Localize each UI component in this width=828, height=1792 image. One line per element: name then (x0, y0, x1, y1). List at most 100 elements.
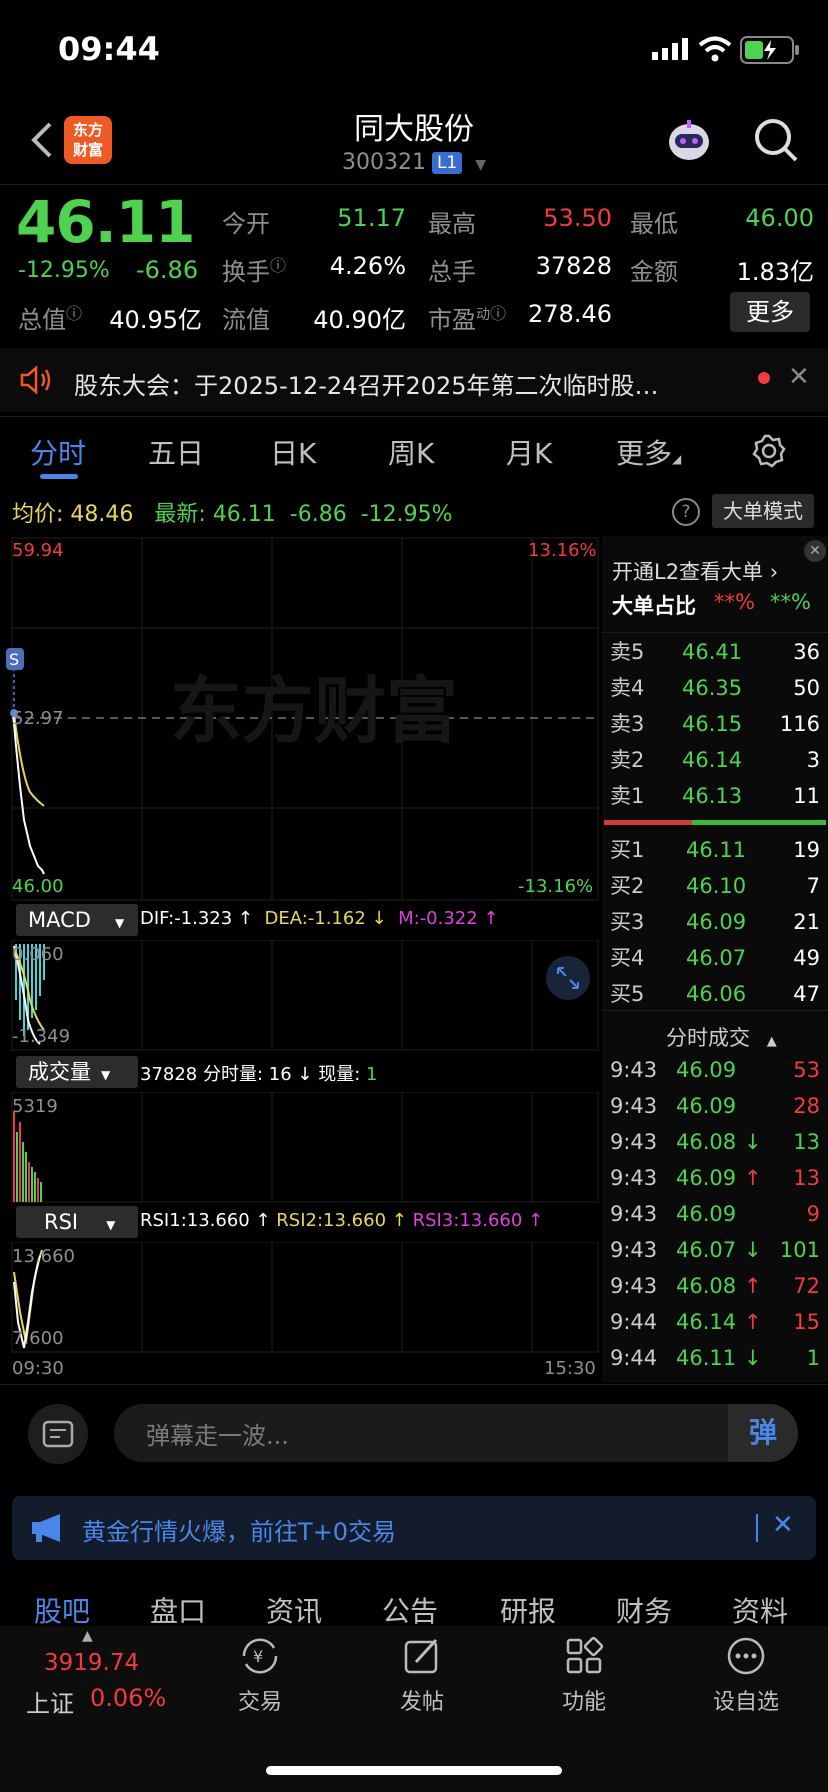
tab-research[interactable]: 研报 (500, 1590, 556, 1630)
info-icon[interactable]: ⓘ (270, 256, 286, 275)
pe-label: 市盈动ⓘ (428, 304, 507, 334)
info-line: 均价: 48.46 最新: 46.11 -6.86 -12.95% (12, 502, 453, 527)
unread-dot (758, 372, 770, 384)
ask-level: 卖2 (610, 748, 645, 772)
battery-icon (740, 36, 799, 64)
trade-list: 9:43 46.09 53 9:43 46.09 28 9:43 46.08 ↓ 13 9:43 46… (610, 1052, 820, 1376)
rsi-chart (11, 1242, 599, 1353)
help-icon[interactable]: ? (672, 498, 700, 526)
bid-level: 买5 (610, 982, 645, 1006)
caret-down-icon: ▼ (475, 157, 487, 173)
index-value[interactable]: 3919.74 (44, 1650, 139, 1676)
tab-indicator (40, 474, 78, 479)
list-item: 买5 46.06 47 (610, 976, 820, 1012)
gear-icon[interactable] (752, 434, 786, 468)
trade-time: 9:44 (610, 1310, 658, 1334)
function-grid-icon[interactable] (564, 1636, 604, 1676)
trade-time: 9:44 (610, 1346, 658, 1370)
tab-profile[interactable]: 资料 (732, 1590, 788, 1630)
rsi-y-bottom: 7.600 (12, 1328, 64, 1349)
tab-news[interactable]: 资讯 (266, 1590, 322, 1630)
low-value: 46.00 (745, 204, 814, 232)
list-item: 9:43 46.09 ↑ 13 (610, 1160, 820, 1196)
trade-arrow: ↑ (744, 1274, 762, 1298)
ask-price: 46.14 (682, 748, 743, 772)
macd-selector[interactable]: MACD ▼ (16, 904, 138, 936)
home-indicator (266, 1766, 562, 1775)
trade-arrow: ↑ (744, 1310, 762, 1334)
level-badge: L1 (431, 152, 463, 174)
nav-trade[interactable]: 交易 (200, 1684, 320, 1716)
list-item: 买3 46.09 21 (610, 904, 820, 940)
caret-up-icon: ▲ (82, 1628, 93, 1644)
speaker-icon (20, 365, 51, 395)
danmu-placeholder[interactable]: 弹幕走一波... (146, 1416, 289, 1451)
trade-icon[interactable]: ¥ (238, 1636, 282, 1676)
close-icon[interactable]: ✕ (804, 540, 826, 562)
pe-value: 278.46 (528, 300, 612, 328)
info-icon[interactable]: ⓘ (490, 304, 506, 323)
tab-announcements[interactable]: 公告 (382, 1590, 438, 1630)
robot-assistant-icon[interactable] (664, 116, 714, 166)
bid-price: 46.09 (686, 910, 747, 934)
nav-function[interactable]: 功能 (524, 1684, 644, 1716)
big-order-mode-button[interactable]: 大单模式 (712, 494, 814, 528)
trade-volume: 28 (793, 1094, 820, 1118)
info-icon[interactable]: ⓘ (66, 304, 82, 323)
ask-volume: 3 (806, 748, 820, 772)
nav-add-watchlist[interactable]: 设自选 (686, 1684, 806, 1716)
trade-volume: 15 (793, 1310, 820, 1334)
bid-price: 46.10 (686, 874, 747, 898)
watchlist-icon[interactable] (726, 1636, 766, 1676)
tab-week-k[interactable]: 周K (388, 432, 434, 472)
notice-text[interactable]: 股东大会：于2025-12-24召开2025年第二次临时股… (74, 366, 659, 401)
trade-time: 9:43 (610, 1130, 658, 1154)
trades-title[interactable]: 分时成交 ▲ (666, 1022, 777, 1052)
amount-label: 金额 (630, 258, 678, 286)
macd-y-top: 0.060 (12, 944, 64, 965)
tab-day-k[interactable]: 日K (270, 432, 316, 472)
volume-y-top: 5319 (12, 1096, 58, 1117)
close-icon[interactable]: ✕ (772, 1510, 794, 1540)
danmu-send-button[interactable]: 弹 (728, 1404, 798, 1462)
banner-text[interactable]: 黄金行情火爆，前往T+0交易 (82, 1512, 396, 1547)
index-percent[interactable]: 0.06% (90, 1684, 166, 1712)
svg-text:S: S (9, 650, 19, 669)
ask-level: 卖4 (610, 676, 645, 700)
volume-selector[interactable]: 成交量 ▼ (16, 1056, 138, 1088)
list-item: 9:43 46.08 ↑ 72 (610, 1268, 820, 1304)
tab-finance[interactable]: 财务 (616, 1590, 672, 1630)
tab-fenshi[interactable]: 分时 (30, 432, 86, 472)
l2-upgrade-link[interactable]: 开通L2查看大单 › (612, 556, 778, 586)
close-icon[interactable]: ✕ (788, 362, 810, 392)
trade-volume: 53 (793, 1058, 820, 1082)
tab-month-k[interactable]: 月K (506, 432, 552, 472)
tab-five-day[interactable]: 五日 (148, 432, 204, 472)
nav-post[interactable]: 发帖 (362, 1684, 482, 1716)
rsi-selector[interactable]: RSI ▼ (16, 1206, 138, 1238)
float-label: 流值 (222, 306, 270, 334)
high-value: 53.50 (543, 204, 612, 232)
list-item: 买1 46.11 19 (610, 832, 820, 868)
float-value: 40.90亿 (313, 306, 406, 334)
tab-more[interactable]: 更多◢ (616, 432, 681, 472)
trade-volume: 13 (793, 1166, 820, 1190)
post-icon[interactable] (402, 1636, 442, 1676)
list-item: 买2 46.10 7 (610, 868, 820, 904)
mktcap-label: 总值ⓘ (18, 304, 83, 334)
stock-code: 300321 (341, 150, 426, 175)
search-icon[interactable] (752, 116, 800, 164)
tab-pankou[interactable]: 盘口 (150, 1590, 206, 1630)
trade-price: 46.08 (676, 1274, 737, 1298)
danmu-settings-button[interactable] (28, 1404, 88, 1464)
bid-volume: 19 (793, 838, 820, 862)
more-button[interactable]: 更多 (730, 292, 810, 332)
index-name[interactable]: 上证 (26, 1684, 74, 1719)
y-axis-bottom: 46.00 (12, 876, 64, 897)
list-item: 买4 46.07 49 (610, 940, 820, 976)
trade-price: 46.07 (676, 1238, 737, 1262)
big-ratio-label: 大单占比 (612, 594, 696, 618)
bid-level: 买1 (610, 838, 645, 862)
trade-arrow: ↓ (744, 1346, 762, 1370)
tab-guba[interactable]: 股吧 (34, 1590, 90, 1630)
